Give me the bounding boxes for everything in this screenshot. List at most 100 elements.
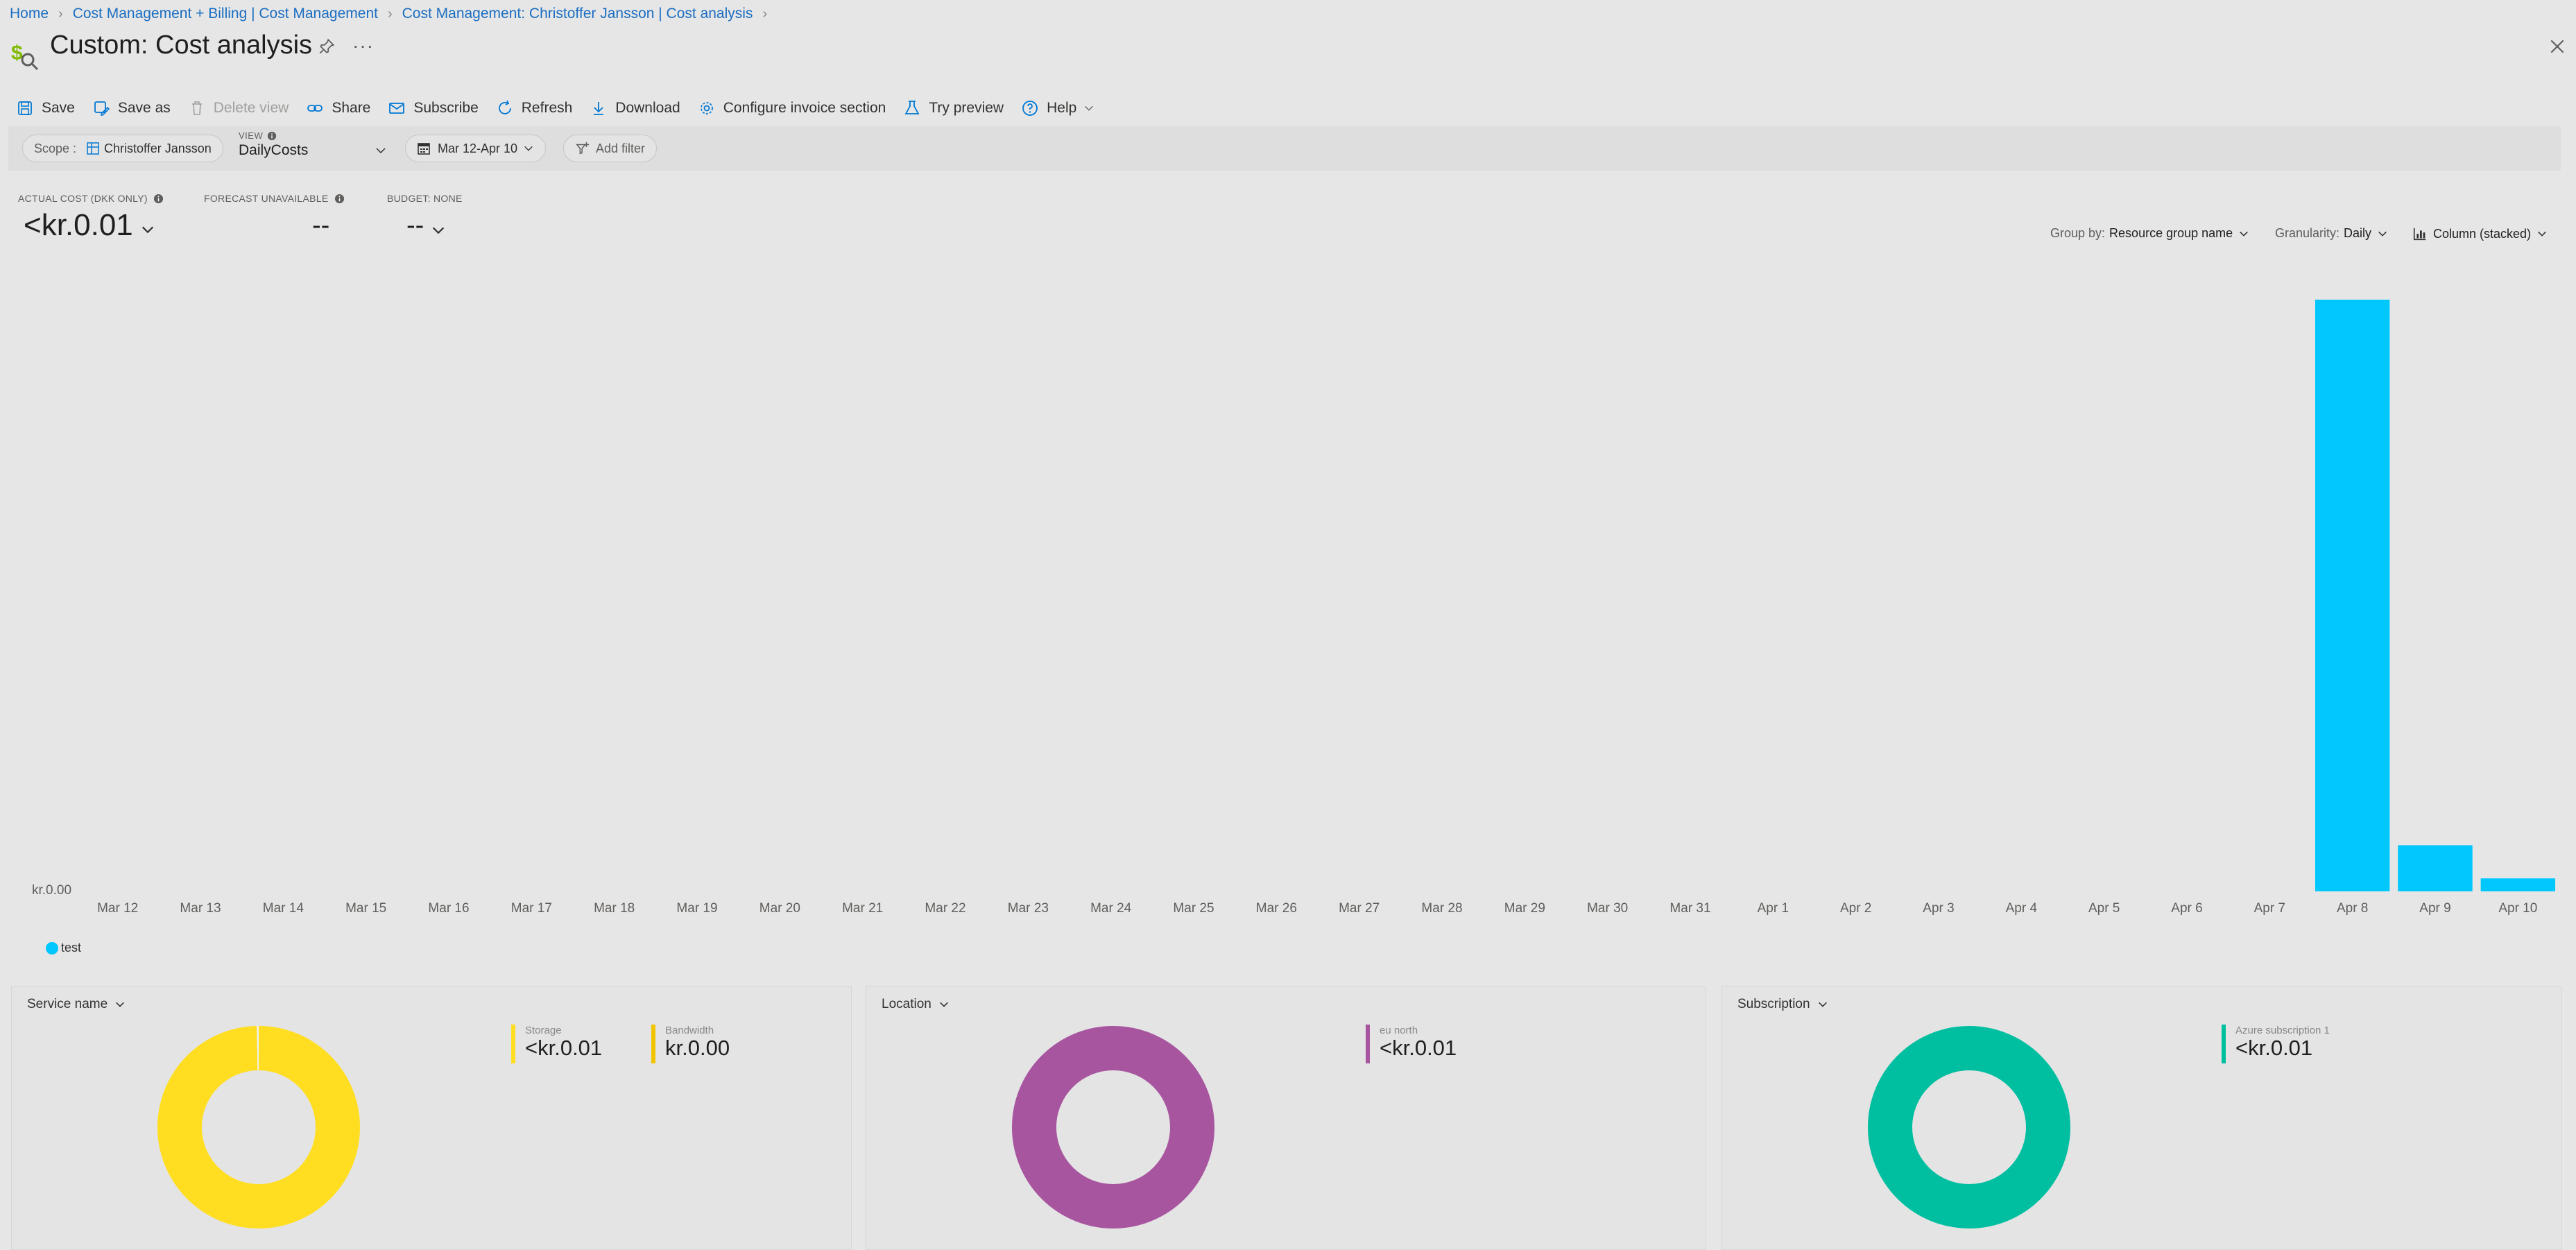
legend-item-azure-subscription[interactable]: Azure subscription 1 <kr.0.01 (2222, 1025, 2330, 1063)
x-tick-label: Apr 7 (2254, 901, 2285, 916)
x-tick-label: Apr 8 (2337, 901, 2368, 916)
gear-icon (700, 102, 713, 114)
subscription-dropdown[interactable]: Subscription (1737, 997, 1828, 1012)
configure-invoice-section-button[interactable]: Configure invoice section (698, 100, 886, 117)
save-as-button[interactable]: Save as (93, 100, 171, 117)
close-icon[interactable] (2548, 37, 2566, 55)
pin-icon[interactable] (318, 37, 336, 55)
legend-item-value: <kr.0.01 (525, 1036, 603, 1060)
help-icon (1022, 101, 1038, 116)
service-name-donut[interactable] (155, 1023, 363, 1231)
x-tick-label: Apr 9 (2419, 901, 2450, 916)
breadcrumb-cost-analysis-link[interactable]: Cost Management: Christoffer Jansson | C… (402, 6, 753, 22)
group-by-value: Resource group name (2109, 226, 2233, 240)
help-label: Help (1047, 100, 1077, 116)
delete-view-button[interactable]: Delete view (189, 100, 289, 117)
info-icon[interactable] (334, 194, 345, 204)
download-label: Download (615, 100, 680, 116)
forecast-label-row: FORECAST UNAVAILABLE (204, 193, 345, 204)
forecast-value: -- (312, 211, 330, 240)
date-range-pill[interactable]: Mar 12-Apr 10 (405, 135, 547, 162)
share-label: Share (332, 100, 371, 116)
add-filter-label: Add filter (596, 141, 646, 155)
x-tick-label: Apr 3 (1923, 901, 1954, 916)
actual-cost-value[interactable]: <kr.0.01 (24, 208, 155, 243)
chart-x-axis: Mar 12 Mar 13 Mar 14 Mar 15 Mar 16 Mar 17 Mar … (97, 901, 2537, 916)
breadcrumb-cost-management-link[interactable]: Cost Management + Billing | Cost Managem… (73, 6, 378, 22)
scope-pill[interactable]: Scope : Christoffer Jansson (22, 135, 223, 162)
info-icon[interactable] (153, 194, 164, 204)
service-name-dropdown[interactable]: Service name (27, 997, 126, 1012)
chevron-right-icon: › (58, 6, 63, 22)
actual-cost-label: ACTUAL COST (DKK ONLY) (18, 193, 148, 204)
chart-bar[interactable] (2315, 300, 2390, 891)
actual-cost-label-row: ACTUAL COST (DKK ONLY) (18, 193, 164, 204)
chevron-down-icon (2538, 231, 2546, 237)
legend-item-storage[interactable]: Storage <kr.0.01 (511, 1025, 602, 1063)
x-tick-label: Mar 31 (1669, 901, 1710, 916)
info-icon (268, 131, 277, 140)
x-tick-label: Mar 18 (594, 901, 635, 916)
x-tick-label: Mar 12 (97, 901, 138, 916)
subscription-donut[interactable] (1865, 1023, 2073, 1231)
granularity-label: Granularity: (2275, 226, 2340, 240)
view-selector[interactable]: VIEW DailyCosts (239, 130, 391, 166)
legend-item-bandwidth[interactable]: Bandwidth kr.0.00 (651, 1025, 730, 1063)
refresh-icon (498, 100, 511, 114)
chevron-down-icon (141, 226, 153, 234)
x-tick-label: Mar 22 (925, 901, 965, 916)
location-donut[interactable] (1009, 1023, 1217, 1231)
x-tick-label: Mar 30 (1587, 901, 1628, 916)
chevron-right-icon: › (387, 6, 393, 22)
chevron-down-icon (2378, 231, 2387, 237)
subscribe-label: Subscribe (413, 100, 479, 116)
budget-value[interactable]: -- (406, 211, 446, 241)
subscription-panel: Subscription Azure subscription 1 <kr.0.… (1721, 986, 2562, 1250)
donut-slice[interactable] (1868, 1026, 2070, 1228)
chevron-down-icon (433, 227, 445, 234)
chart-bars (2315, 300, 2556, 891)
help-button[interactable]: Help (1022, 100, 1094, 117)
chevron-down-icon (116, 1002, 125, 1007)
legend-item-eu-north[interactable]: eu north <kr.0.01 (1366, 1025, 1457, 1063)
x-tick-label: Mar 23 (1008, 901, 1049, 916)
view-label-row: VIEW (239, 130, 391, 141)
chevron-down-icon (1085, 105, 1094, 111)
add-filter-button[interactable]: Add filter (563, 135, 658, 162)
x-tick-label: Mar 24 (1090, 901, 1132, 916)
configure-invoice-label: Configure invoice section (723, 100, 886, 116)
panel-header-label: Subscription (1737, 997, 1810, 1011)
page-title: Custom: Cost analysis (50, 31, 313, 60)
donut-slice[interactable] (1012, 1026, 1214, 1228)
legend-item-value: kr.0.00 (665, 1036, 730, 1060)
chart-type-dropdown[interactable]: Column (stacked) (2412, 226, 2548, 241)
x-tick-label: Mar 17 (511, 901, 552, 916)
download-button[interactable]: Download (590, 100, 680, 117)
refresh-button[interactable]: Refresh (497, 100, 572, 117)
group-by-dropdown[interactable]: Group by: Resource group name (2050, 226, 2249, 241)
panel-header-label: Location (882, 997, 931, 1011)
save-button[interactable]: Save (17, 100, 75, 117)
more-options-icon[interactable]: ··· (352, 35, 374, 57)
x-tick-label: Apr 1 (1758, 901, 1789, 916)
save-as-label: Save as (117, 100, 171, 116)
budget-amount: -- (406, 211, 424, 240)
granularity-dropdown[interactable]: Granularity: Daily (2275, 226, 2388, 241)
try-preview-button[interactable]: Try preview (904, 100, 1004, 117)
share-button[interactable]: Share (307, 100, 370, 117)
chart-bar[interactable] (2480, 878, 2556, 891)
service-name-panel: Service name Storage <kr.0.01 Bandwidth … (11, 986, 852, 1250)
subscribe-button[interactable]: Subscribe (388, 100, 479, 117)
x-tick-label: Mar 13 (180, 901, 221, 916)
x-tick-label: Mar 27 (1339, 901, 1380, 916)
chevron-down-icon (376, 148, 386, 154)
location-dropdown[interactable]: Location (882, 997, 950, 1012)
chart-legend[interactable]: test (46, 941, 81, 955)
save-icon (18, 101, 32, 115)
legend-item-name: Bandwidth (665, 1025, 714, 1036)
x-tick-label: Apr 5 (2088, 901, 2120, 916)
budget-label: BUDGET: NONE (387, 193, 463, 204)
legend-item-name: eu north (1380, 1025, 1418, 1036)
breadcrumb-home-link[interactable]: Home (10, 6, 49, 22)
chart-bar[interactable] (2398, 845, 2473, 891)
